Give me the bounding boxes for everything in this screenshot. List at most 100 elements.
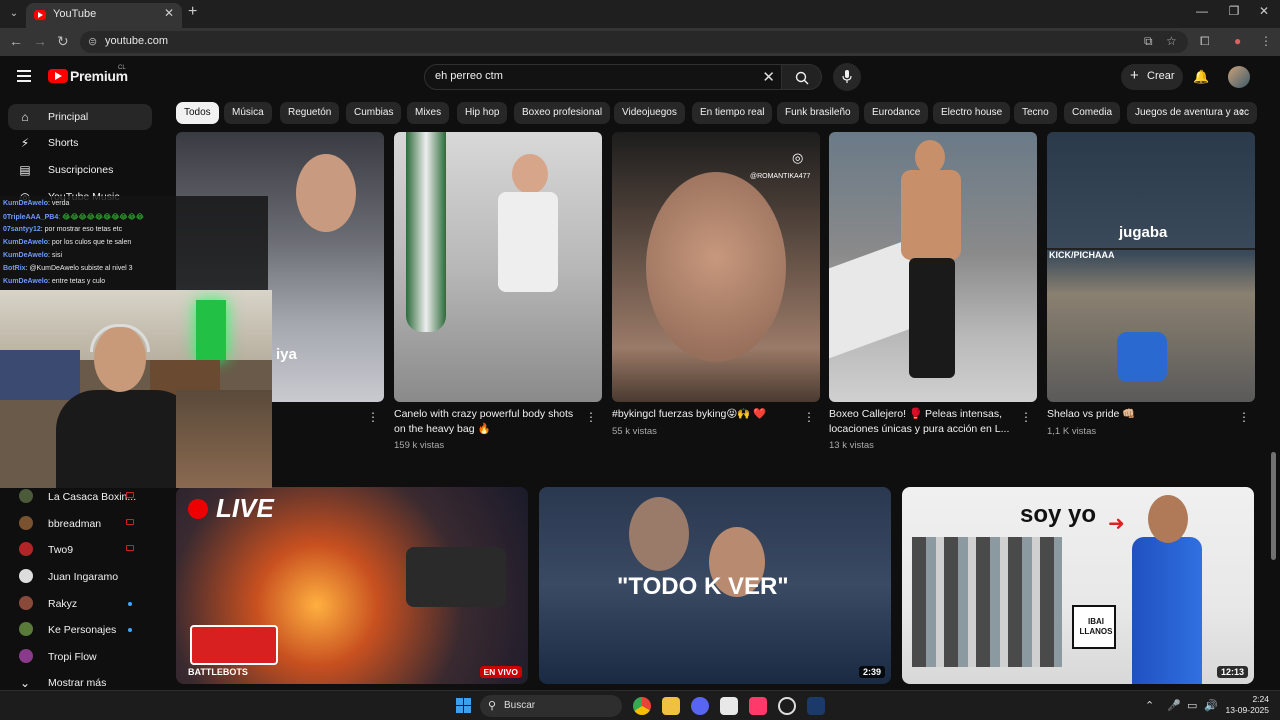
chip-funk[interactable]: Funk brasileño: [777, 102, 859, 124]
clear-search-icon[interactable]: ✕: [762, 68, 775, 86]
video-face: [629, 497, 689, 571]
short-body: [901, 170, 961, 260]
chrome-icon[interactable]: [633, 697, 651, 715]
voice-search-button[interactable]: [833, 63, 861, 91]
sidebar-item-label: Shorts: [48, 137, 79, 149]
tab-search-menu-icon[interactable]: ⌄: [5, 5, 23, 23]
video-overlay-2: BATTLEBOTS: [188, 667, 248, 677]
sidebar-sub-juan-ingaramo[interactable]: Juan Ingaramo: [8, 564, 152, 590]
microphone-icon[interactable]: 🎤: [1167, 699, 1181, 712]
extensions-icon[interactable]: ⧠: [1200, 34, 1210, 49]
sidebar-sub-tropi-flow[interactable]: Tropi Flow: [8, 644, 152, 670]
sidebar-sub-two9[interactable]: Two9: [8, 537, 152, 563]
chip-juegos-aventura[interactable]: Juegos de aventura y acc: [1127, 102, 1257, 124]
sidebar-sub-bbreadman[interactable]: bbreadman: [8, 511, 152, 537]
chip-tecno[interactable]: Tecno: [1014, 102, 1057, 124]
tiktok-icon[interactable]: [749, 697, 767, 715]
install-app-icon[interactable]: ⧉: [1144, 34, 1153, 49]
webcam-shirt: [56, 390, 196, 488]
youtube-logo-icon[interactable]: [48, 69, 68, 83]
volume-icon[interactable]: 🔊: [1204, 699, 1218, 712]
minimize-icon[interactable]: —: [1190, 4, 1214, 18]
video-thumbnail-3[interactable]: soy yo ➜ IBAI LLANOS 12:13: [902, 487, 1254, 684]
browser-tab-bar: ⌄ YouTube ✕ + — ❐ ✕: [0, 0, 1280, 28]
short-face: [646, 172, 786, 362]
chevron-right-icon[interactable]: ›: [1240, 104, 1244, 118]
back-icon[interactable]: ←: [9, 33, 23, 49]
sidebar-item-principal[interactable]: ⌂ Principal: [8, 104, 152, 130]
capcut-icon[interactable]: [720, 697, 738, 715]
chip-mixes[interactable]: Mixes: [407, 102, 450, 124]
chip-comedia[interactable]: Comedia: [1064, 102, 1121, 124]
taskbar-search[interactable]: ⚲ Buscar: [480, 695, 622, 717]
subscriptions-icon: ▤: [19, 163, 31, 177]
short-thumbnail-3[interactable]: @ROMANTIKA477 ◎: [612, 132, 820, 402]
chevron-up-icon[interactable]: ⌃: [1145, 699, 1154, 712]
search-input[interactable]: eh perreo ctm ✕: [424, 64, 782, 90]
duration-badge: 12:13: [1216, 666, 1248, 678]
chip-hip-hop[interactable]: Hip hop: [457, 102, 508, 124]
notifications-bell-icon[interactable]: 🔔: [1193, 69, 1209, 85]
new-tab-icon[interactable]: +: [188, 3, 197, 21]
chip-eurodance[interactable]: Eurodance: [864, 102, 929, 124]
short-thumbnail-2[interactable]: [394, 132, 602, 402]
short-thumbnail-5[interactable]: jugaba KICK/PICHAAA: [1047, 132, 1255, 402]
video-thumbnail-2[interactable]: "TODO K VER" 2:39: [539, 487, 891, 684]
obs-icon[interactable]: [778, 697, 796, 715]
avatar: [19, 542, 33, 556]
sidebar-item-label: Principal: [48, 111, 89, 123]
short-title[interactable]: Shelao vs pride 👊🏼: [1047, 407, 1233, 422]
short-title[interactable]: Canelo with crazy powerful body shots on…: [394, 407, 580, 437]
taskbar-clock[interactable]: 2:24 13-09-2025: [1225, 694, 1269, 716]
browser-menu-icon[interactable]: ⋮: [1260, 34, 1272, 48]
restore-icon[interactable]: ❐: [1222, 4, 1246, 18]
create-button[interactable]: + Crear: [1121, 64, 1183, 90]
avatar[interactable]: [1228, 66, 1250, 88]
short-thumbnail-4[interactable]: [829, 132, 1037, 402]
sidebar-item-shorts[interactable]: ⚡ Shorts: [8, 130, 152, 156]
more-options-icon[interactable]: ⋮: [803, 410, 815, 424]
windows-taskbar: ⚲ Buscar ⌃ 🎤 ▭ 🔊 2:24 13-09-2025: [0, 690, 1280, 720]
chip-boxeo[interactable]: Boxeo profesional: [514, 102, 611, 124]
profile-icon[interactable]: ●: [1234, 34, 1241, 48]
site-info-icon[interactable]: ⊜: [88, 35, 97, 48]
sidebar-sub-rakyz[interactable]: Rakyz: [8, 591, 152, 617]
sidebar-item-label: Rakyz: [48, 598, 78, 610]
chip-todos[interactable]: Todos: [176, 102, 219, 124]
menu-hamburger-icon[interactable]: [17, 70, 31, 82]
more-options-icon[interactable]: ⋮: [585, 410, 597, 424]
chip-cumbias[interactable]: Cumbias: [346, 102, 402, 124]
reload-icon[interactable]: ↻: [57, 33, 69, 50]
more-options-icon[interactable]: ⋮: [1020, 410, 1032, 424]
chip-videojuegos[interactable]: Videojuegos: [614, 102, 685, 124]
discord-icon[interactable]: [691, 697, 709, 715]
webcam-floor: [176, 390, 272, 488]
more-options-icon[interactable]: ⋮: [367, 410, 379, 424]
chip-electro-house[interactable]: Electro house: [933, 102, 1011, 124]
url-field[interactable]: ⊜ youtube.com: [80, 31, 1188, 53]
bookmark-star-icon[interactable]: ☆: [1166, 34, 1177, 48]
create-label: Crear: [1147, 70, 1175, 82]
forward-icon[interactable]: →: [33, 33, 47, 49]
short-title[interactable]: #bykingcl fuerzas byking😝🙌 ❤️: [612, 407, 798, 422]
search-button[interactable]: [782, 64, 822, 90]
taskbar-search-label: Buscar: [504, 700, 536, 711]
short-title[interactable]: Boxeo Callejero! 🥊 Peleas intensas, loca…: [829, 407, 1015, 437]
sidebar-item-suscripciones[interactable]: ▤ Suscripciones: [8, 157, 152, 183]
sidebar-sub-ke-personajes[interactable]: Ke Personajes: [8, 617, 152, 643]
sidebar-item-label: Juan Ingaramo: [48, 571, 119, 583]
close-window-icon[interactable]: ✕: [1252, 4, 1276, 18]
browser-tab[interactable]: YouTube ✕: [26, 3, 182, 28]
file-explorer-icon[interactable]: [662, 697, 680, 715]
windows-start-icon[interactable]: [456, 698, 471, 713]
network-icon[interactable]: ▭: [1187, 699, 1197, 712]
chip-tiempo-real[interactable]: En tiempo real: [692, 102, 773, 124]
page-scrollbar[interactable]: [1271, 452, 1276, 560]
tab-close-icon[interactable]: ✕: [164, 6, 174, 20]
avatar: [19, 622, 33, 636]
steam-icon[interactable]: [807, 697, 825, 715]
chip-musica[interactable]: Música: [224, 102, 272, 124]
more-options-icon[interactable]: ⋮: [1238, 410, 1250, 424]
video-thumbnail-1[interactable]: LIVE BATTLEBOTS EN VIVO: [176, 487, 528, 684]
chip-regueton[interactable]: Reguetón: [280, 102, 340, 124]
